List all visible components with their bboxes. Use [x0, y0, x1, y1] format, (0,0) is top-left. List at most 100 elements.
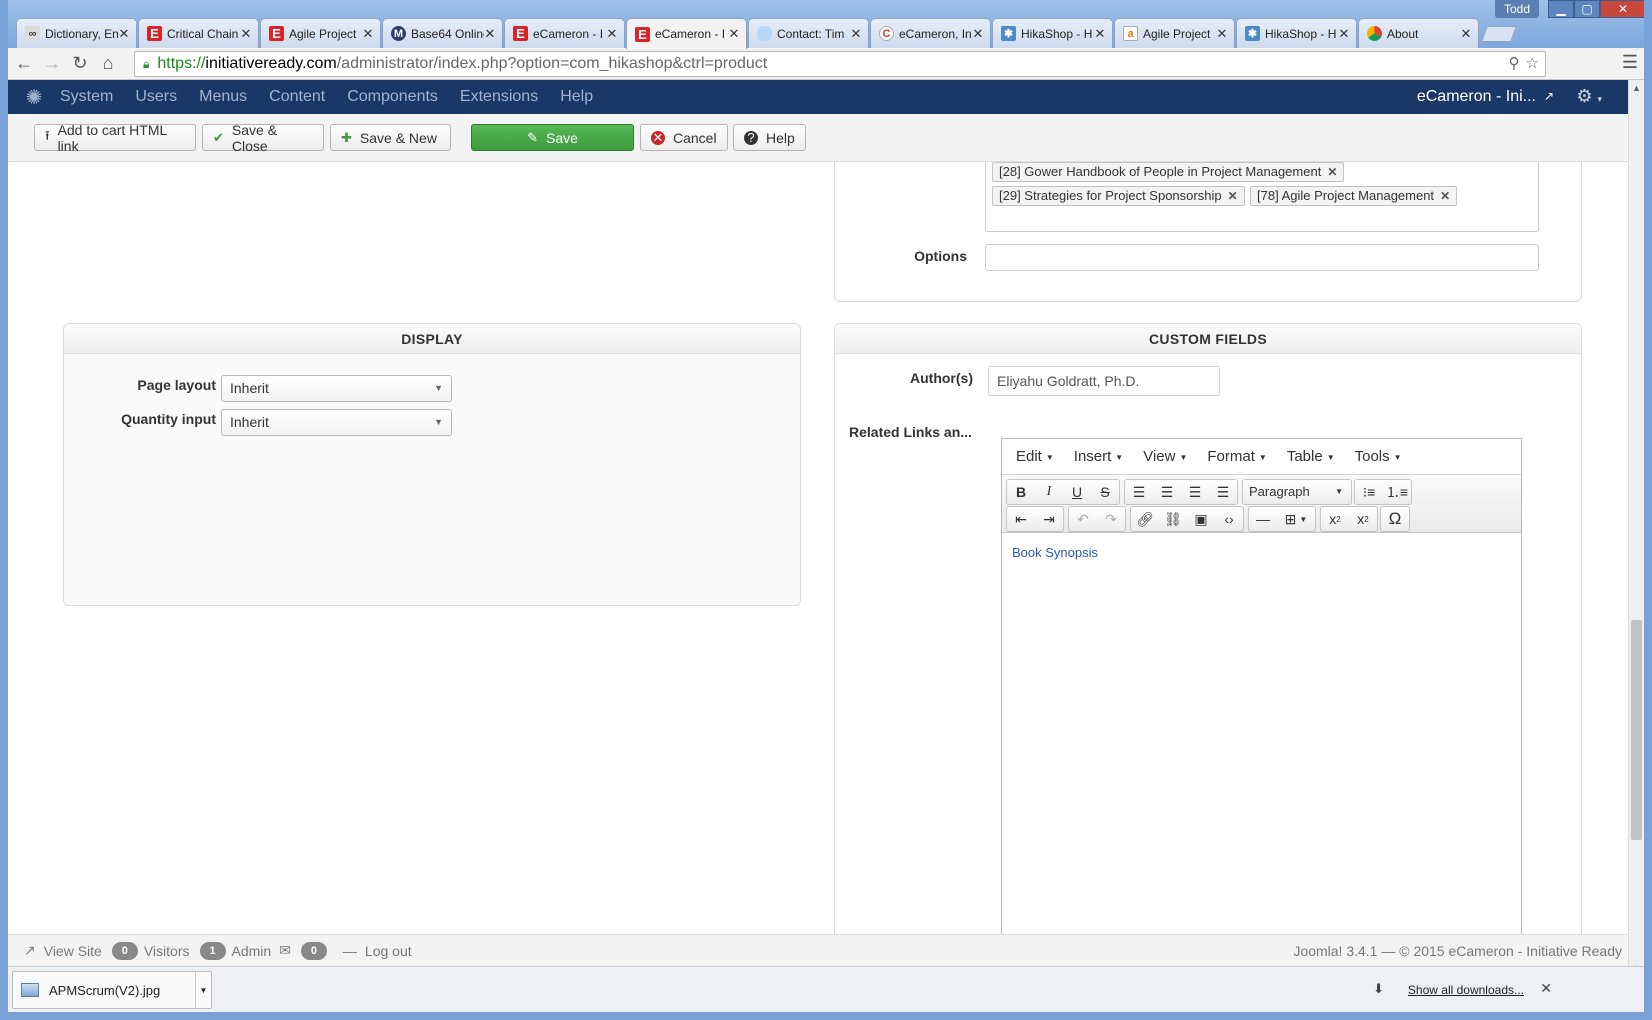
close-tab-icon[interactable]: ✕ [1338, 26, 1350, 42]
save-new-button[interactable]: ✚ Save & New [330, 124, 451, 151]
close-icon[interactable]: ✕ [1540, 980, 1552, 997]
bookmark-star-icon[interactable]: ☆ [1526, 54, 1539, 72]
close-tab-icon[interactable]: ✕ [484, 26, 496, 42]
editor-menu-item[interactable]: Edit ▼ [1016, 448, 1054, 465]
page-scrollbar[interactable]: ▲ ▼ [1628, 80, 1644, 976]
editor-menu-item[interactable]: View ▼ [1143, 448, 1187, 465]
download-item[interactable]: APMScrum(V2).jpg ▼ [12, 971, 212, 1009]
editor-content[interactable]: Book Synopsis [1002, 533, 1521, 572]
align-left-icon[interactable]: ☰ [1125, 480, 1153, 504]
align-center-icon[interactable]: ☰ [1153, 480, 1181, 504]
format-select[interactable]: Paragraph ▼ [1242, 479, 1352, 505]
minimize-icon[interactable]: ▁ [1548, 0, 1574, 18]
browser-tab[interactable]: CeCameron, In ✕ [870, 18, 991, 48]
remove-tag-icon[interactable]: ✕ [1228, 189, 1238, 203]
messages-status[interactable]: 0 [300, 941, 333, 960]
logout-link[interactable]: — Log out [343, 943, 412, 959]
scroll-up-icon[interactable]: ▲ [1632, 83, 1641, 93]
back-arrow-icon[interactable]: ← [10, 50, 38, 78]
align-justify-icon[interactable]: ☰ [1209, 480, 1237, 504]
numbered-list-icon[interactable]: ⒈≡ [1383, 480, 1411, 504]
home-icon[interactable]: ⌂ [94, 50, 122, 78]
editor-menu-item[interactable]: Insert ▼ [1074, 448, 1123, 465]
cancel-button[interactable]: ✕ Cancel [640, 124, 728, 151]
scrollbar-thumb[interactable] [1631, 620, 1642, 840]
close-tab-icon[interactable]: ✕ [972, 26, 984, 42]
forward-arrow-icon[interactable]: → [38, 50, 66, 78]
save-close-button[interactable]: ✔ Save & Close [202, 122, 324, 154]
underline-icon[interactable]: U [1063, 480, 1091, 504]
superscript-icon[interactable]: x2 [1349, 507, 1377, 531]
browser-tab[interactable]: E Critical Chain ✕ [138, 18, 259, 48]
close-tab-icon[interactable]: ✕ [606, 26, 618, 42]
browser-tab[interactable]: ✱ HikaShop - H ✕ [1236, 18, 1357, 48]
close-tab-icon[interactable]: ✕ [240, 26, 252, 42]
close-tab-icon[interactable]: ✕ [118, 26, 130, 42]
close-window-icon[interactable]: ✕ [1600, 0, 1646, 18]
admin-menu-item[interactable]: Content [269, 88, 325, 106]
book-synopsis-link[interactable]: Book Synopsis [1012, 545, 1098, 560]
indent-icon[interactable]: ⇥ [1035, 507, 1063, 531]
image-icon[interactable]: ▣ [1187, 507, 1215, 531]
browser-tab[interactable]: M Base64 Online ✕ [382, 18, 503, 48]
close-tab-icon[interactable]: ✕ [1216, 26, 1228, 42]
admin-menu-item[interactable]: System [60, 88, 113, 106]
site-name-link[interactable]: eCameron - Ini... [1417, 88, 1536, 106]
quantity-input-select[interactable]: Inherit ▼ [221, 409, 452, 436]
browser-tab[interactable]: Contact: Tim ✕ [748, 18, 869, 48]
admin-menu-item[interactable]: Menus [199, 88, 247, 106]
editor-menu-item[interactable]: Tools ▼ [1355, 448, 1402, 465]
editor-menu-item[interactable]: Table ▼ [1287, 448, 1335, 465]
subscript-icon[interactable]: x2 [1321, 507, 1349, 531]
close-tab-icon[interactable]: ✕ [850, 26, 862, 42]
admin-menu-item[interactable]: Users [135, 88, 177, 106]
gear-icon[interactable]: ⚙ ▾ [1576, 86, 1602, 107]
undo-icon[interactable]: ↶ [1069, 507, 1097, 531]
redo-icon[interactable]: ↷ [1097, 507, 1125, 531]
remove-tag-icon[interactable]: ✕ [1440, 189, 1450, 203]
show-all-downloads-link[interactable]: Show all downloads... [1408, 983, 1524, 997]
profile-user-badge[interactable]: Todd [1495, 0, 1539, 18]
bullet-list-icon[interactable]: ⁝≡ [1355, 480, 1383, 504]
save-button[interactable]: ✎ Save [471, 124, 634, 151]
omega-icon[interactable]: Ω [1381, 507, 1409, 531]
page-layout-select[interactable]: Inherit ▼ [221, 375, 452, 402]
strikethrough-icon[interactable]: S [1091, 480, 1119, 504]
browser-tab[interactable]: About ✕ [1358, 18, 1479, 48]
admin-menu-item[interactable]: Extensions [460, 88, 538, 106]
options-input[interactable] [985, 244, 1539, 271]
unlink-icon[interactable]: ⛓︎ [1159, 507, 1187, 531]
browser-tab[interactable]: ∞ Dictionary, En ✕ [16, 18, 137, 48]
admin-menu-item[interactable]: Help [560, 88, 593, 106]
code-icon[interactable]: ‹› [1215, 507, 1243, 531]
add-to-cart-html-link-button[interactable]: ⭱ Add to cart HTML link [34, 122, 196, 154]
browser-tab[interactable]: EeCameron - I ✕ [504, 18, 625, 48]
remove-tag-icon[interactable]: ✕ [1327, 165, 1337, 179]
browser-tab[interactable]: a Agile Project ✕ [1114, 18, 1235, 48]
bold-icon[interactable]: B [1007, 480, 1035, 504]
browser-tab[interactable]: EeCameron - I ✕ [626, 18, 747, 49]
italic-icon[interactable]: I [1035, 480, 1063, 504]
table-icon[interactable]: ⊞ ▼ [1277, 507, 1315, 531]
close-tab-icon[interactable]: ✕ [1460, 26, 1472, 42]
editor-menu-item[interactable]: Format ▼ [1207, 448, 1266, 465]
new-tab-button[interactable] [1481, 26, 1517, 42]
close-tab-icon[interactable]: ✕ [728, 26, 740, 42]
address-bar[interactable]: 🔒︎ https://initiativeready.com/administr… [134, 51, 1546, 77]
admin-menu-item[interactable]: Components [347, 88, 438, 106]
joomla-logo-icon[interactable]: ✺ [8, 85, 60, 110]
close-tab-icon[interactable]: ✕ [362, 26, 374, 42]
link-icon[interactable]: 🔗︎ [1131, 507, 1159, 531]
view-site-link[interactable]: ↗ View Site [24, 942, 102, 959]
related-products-tagbox[interactable]: [28] Gower Handbook of People in Project… [985, 162, 1539, 232]
help-button[interactable]: ? Help [733, 124, 806, 151]
horizontal-rule-icon[interactable]: — [1249, 507, 1277, 531]
maximize-icon[interactable]: ▢ [1574, 0, 1600, 18]
reload-icon[interactable]: ↻ [66, 50, 94, 78]
close-tab-icon[interactable]: ✕ [1094, 26, 1106, 42]
zoom-icon[interactable]: ⚲ [1509, 54, 1520, 72]
browser-menu-icon[interactable]: ☰ [1622, 52, 1638, 73]
authors-input[interactable]: Eliyahu Goldratt, Ph.D. [988, 366, 1220, 396]
outdent-icon[interactable]: ⇤ [1007, 507, 1035, 531]
browser-tab[interactable]: E Agile Project ✕ [260, 18, 381, 48]
